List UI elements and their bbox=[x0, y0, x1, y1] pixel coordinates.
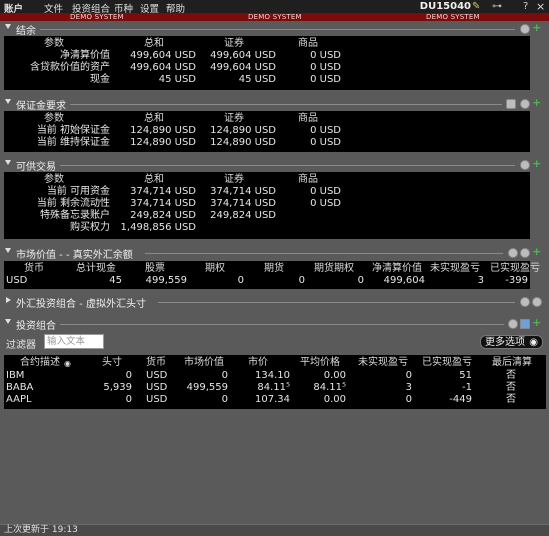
table-header: 货币 总计现金 股票 期权 期货 期货期权 净清算价值 未实现盈亏 已实现盈亏 bbox=[24, 263, 540, 274]
link-icon[interactable]: ⊶ bbox=[492, 1, 502, 12]
wrench-icon[interactable]: ✎ bbox=[472, 1, 480, 12]
close-icon[interactable]: × bbox=[536, 0, 545, 13]
section-title: 外汇投资组合 - 虚拟外汇头寸 bbox=[16, 295, 148, 310]
section-title: 可供交易 bbox=[16, 158, 58, 173]
table-row: 当前 初始保证金 124,890 USD 124,890 USD 0 USD bbox=[36, 125, 341, 136]
market-value-table: 货币 总计现金 股票 期权 期货 期货期权 净清算价值 未实现盈亏 已实现盈亏 … bbox=[4, 261, 540, 289]
table-row: 含贷款价值的资产 499,604 USD 499,604 USD 0 USD bbox=[30, 62, 341, 73]
section-title: 结余 bbox=[16, 22, 38, 37]
chart-icon[interactable] bbox=[506, 99, 516, 109]
add-icon[interactable]: + bbox=[532, 97, 541, 108]
table-header: 参数 总和 证券 商品 bbox=[44, 113, 318, 124]
menu-bar: 账户 文件 投资组合 币种 设置 帮助 DU15040 ✎ ⊶ ? × bbox=[0, 0, 549, 15]
chevron-down-icon[interactable] bbox=[5, 248, 11, 253]
table-row: 现金 45 USD 45 USD 0 USD bbox=[90, 74, 341, 85]
margin-table: 参数 总和 证券 商品 当前 初始保证金 124,890 USD 124,890… bbox=[4, 111, 530, 152]
add-icon[interactable]: + bbox=[532, 246, 541, 257]
table-header: 参数 总和 证券 商品 bbox=[44, 38, 318, 49]
table-row[interactable]: IBM 0 USD 0 134.10 0.00 0 51 否 bbox=[4, 370, 546, 381]
table-row: 净清算价值 499,604 USD 499,604 USD 0 USD bbox=[60, 50, 341, 61]
last-updated: 上次更新于 19:13 bbox=[4, 525, 78, 535]
sort-icon[interactable]: ◉ bbox=[64, 358, 71, 369]
table-header: 合约描述 ◉ 头寸 货币 市场价值 市价 平均价格 未实现盈亏 已实现盈亏 最后… bbox=[20, 357, 532, 369]
sort-column-header[interactable]: 合约描述 bbox=[20, 357, 60, 368]
settings-icon[interactable] bbox=[532, 297, 542, 307]
filter-input[interactable]: 输入文本 bbox=[44, 334, 104, 349]
balances-table: 参数 总和 证券 商品 净清算价值 499,604 USD 499,604 US… bbox=[4, 36, 530, 90]
chevron-down-icon[interactable] bbox=[5, 160, 11, 165]
table-row: USD 45 499,559 0 0 0 499,604 3 -399 bbox=[6, 275, 528, 286]
more-options-label: 更多选项 bbox=[485, 337, 525, 348]
table-row: 特殊备忘录账户 249,824 USD 249,824 USD bbox=[40, 210, 276, 221]
more-options-button[interactable]: 更多选项 ◉ bbox=[480, 335, 543, 349]
help-icon[interactable]: ? bbox=[523, 1, 528, 12]
chevron-right-icon[interactable] bbox=[6, 297, 11, 303]
filter-label: 过滤器 bbox=[6, 340, 36, 351]
demo-label: DEMO SYSTEM bbox=[248, 13, 302, 21]
chevron-down-icon[interactable] bbox=[5, 319, 11, 324]
chevron-down-icon[interactable] bbox=[5, 24, 11, 29]
table-row[interactable]: AAPL 0 USD 0 107.34 0.00 0 -449 否 bbox=[4, 394, 546, 405]
demo-banner: DEMO SYSTEM DEMO SYSTEM DEMO SYSTEM bbox=[0, 13, 549, 21]
table-row: 当前 剩余流动性 374,714 USD 374,714 USD 0 USD bbox=[36, 198, 341, 209]
settings-icon[interactable] bbox=[520, 248, 530, 258]
settings-icon[interactable] bbox=[520, 160, 530, 170]
section-title: 投资组合 bbox=[16, 317, 58, 332]
section-title: 保证金要求 bbox=[16, 97, 68, 112]
section-title: 市场价值 - - 真实外汇余额 bbox=[16, 246, 135, 261]
add-icon[interactable]: + bbox=[532, 22, 541, 33]
table-header: 参数 总和 证券 商品 bbox=[44, 174, 318, 185]
table-row: 购买权力 1,498,856 USD bbox=[70, 222, 196, 233]
chevron-down-icon[interactable] bbox=[5, 99, 11, 104]
tools-icon[interactable] bbox=[508, 319, 518, 329]
demo-label: DEMO SYSTEM bbox=[426, 13, 480, 21]
table-row[interactable]: BABA 5,939 USD 499,559 84.11⁵ 84.11⁵ 3 -… bbox=[4, 382, 546, 393]
section-header-margin[interactable]: 保证金要求 + bbox=[0, 97, 549, 112]
settings-icon[interactable] bbox=[520, 99, 530, 109]
portfolio-table: 合约描述 ◉ 头寸 货币 市场价值 市价 平均价格 未实现盈亏 已实现盈亏 最后… bbox=[4, 355, 546, 409]
section-header-market-value[interactable]: 市场价值 - - 真实外汇余额 + bbox=[0, 246, 549, 261]
window-icon[interactable] bbox=[520, 319, 530, 329]
account-id: DU15040 bbox=[419, 1, 471, 12]
add-icon[interactable]: + bbox=[532, 317, 541, 328]
section-header-available[interactable]: 可供交易 + bbox=[0, 158, 549, 173]
settings-icon[interactable] bbox=[520, 24, 530, 34]
demo-label: DEMO SYSTEM bbox=[70, 13, 124, 21]
section-header-balances[interactable]: 结余 + bbox=[0, 22, 549, 37]
circle-arrow-icon: ◉ bbox=[529, 337, 538, 348]
table-row: 当前 可用资金 374,714 USD 374,714 USD 0 USD bbox=[46, 186, 341, 197]
table-row: 当前 维持保证金 124,890 USD 124,890 USD 0 USD bbox=[36, 137, 341, 148]
tools-icon[interactable] bbox=[520, 297, 530, 307]
section-header-fx-portfolio[interactable]: 外汇投资组合 - 虚拟外汇头寸 bbox=[0, 295, 549, 310]
tools-icon[interactable] bbox=[508, 248, 518, 258]
section-header-portfolio[interactable]: 投资组合 + bbox=[0, 317, 549, 332]
add-icon[interactable]: + bbox=[532, 158, 541, 169]
available-table: 参数 总和 证券 商品 当前 可用资金 374,714 USD 374,714 … bbox=[4, 172, 530, 239]
status-bar: 上次更新于 19:13 bbox=[0, 524, 549, 536]
